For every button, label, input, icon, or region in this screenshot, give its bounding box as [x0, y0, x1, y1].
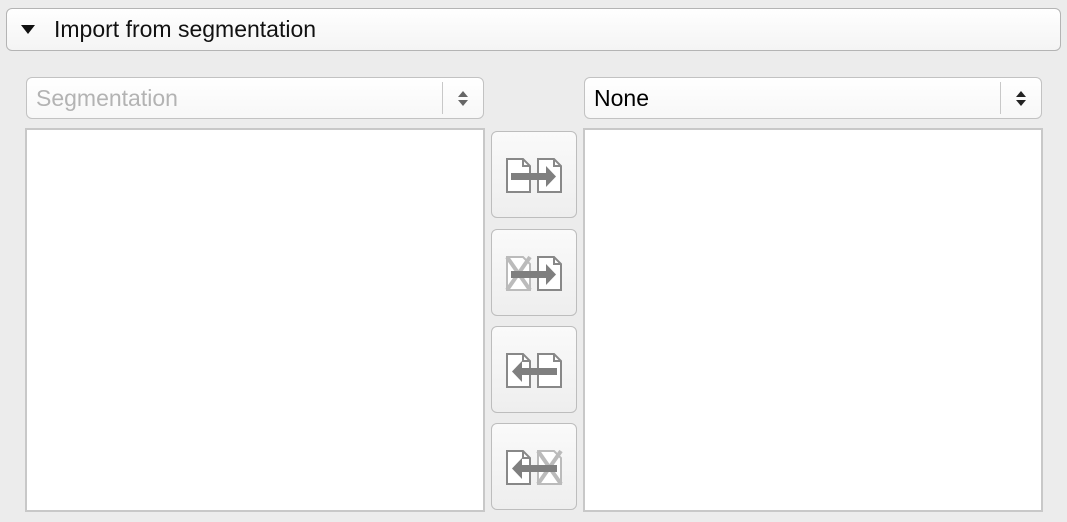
copy-all-to-left-button[interactable] — [491, 423, 577, 510]
copy-all-to-right-button[interactable] — [491, 229, 577, 316]
target-segmentation-combo[interactable]: None — [584, 77, 1042, 119]
copy-selected-to-left-button[interactable] — [491, 326, 577, 413]
import-from-segmentation-header[interactable]: Import from segmentation — [6, 8, 1061, 51]
up-down-arrows-icon — [443, 90, 483, 106]
target-combo-value: None — [594, 84, 649, 111]
source-segments-list[interactable] — [25, 128, 485, 512]
doc-x-arrow-right-doc-icon — [505, 255, 562, 291]
source-combo-value: Segmentation — [36, 84, 178, 111]
copy-selected-to-right-button[interactable] — [491, 131, 577, 218]
doc-arrow-right-doc-icon — [506, 157, 562, 193]
doc-arrow-left-doc-icon — [506, 352, 562, 388]
source-segmentation-combo[interactable]: Segmentation — [26, 77, 484, 119]
up-down-arrows-icon — [1001, 90, 1041, 106]
section-title: Import from segmentation — [54, 16, 317, 42]
triangle-down-icon[interactable] — [21, 25, 35, 34]
target-segments-list[interactable] — [583, 128, 1043, 512]
doc-arrow-left-doc-x-icon — [506, 449, 563, 485]
